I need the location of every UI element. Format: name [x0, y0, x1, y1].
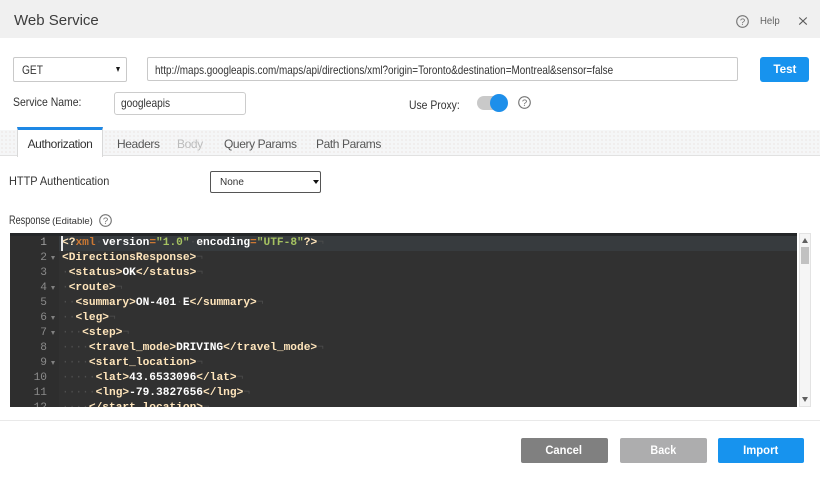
svg-text:?: ?	[103, 216, 108, 227]
svg-text:?: ?	[740, 17, 745, 28]
svg-text:?: ?	[522, 98, 527, 109]
